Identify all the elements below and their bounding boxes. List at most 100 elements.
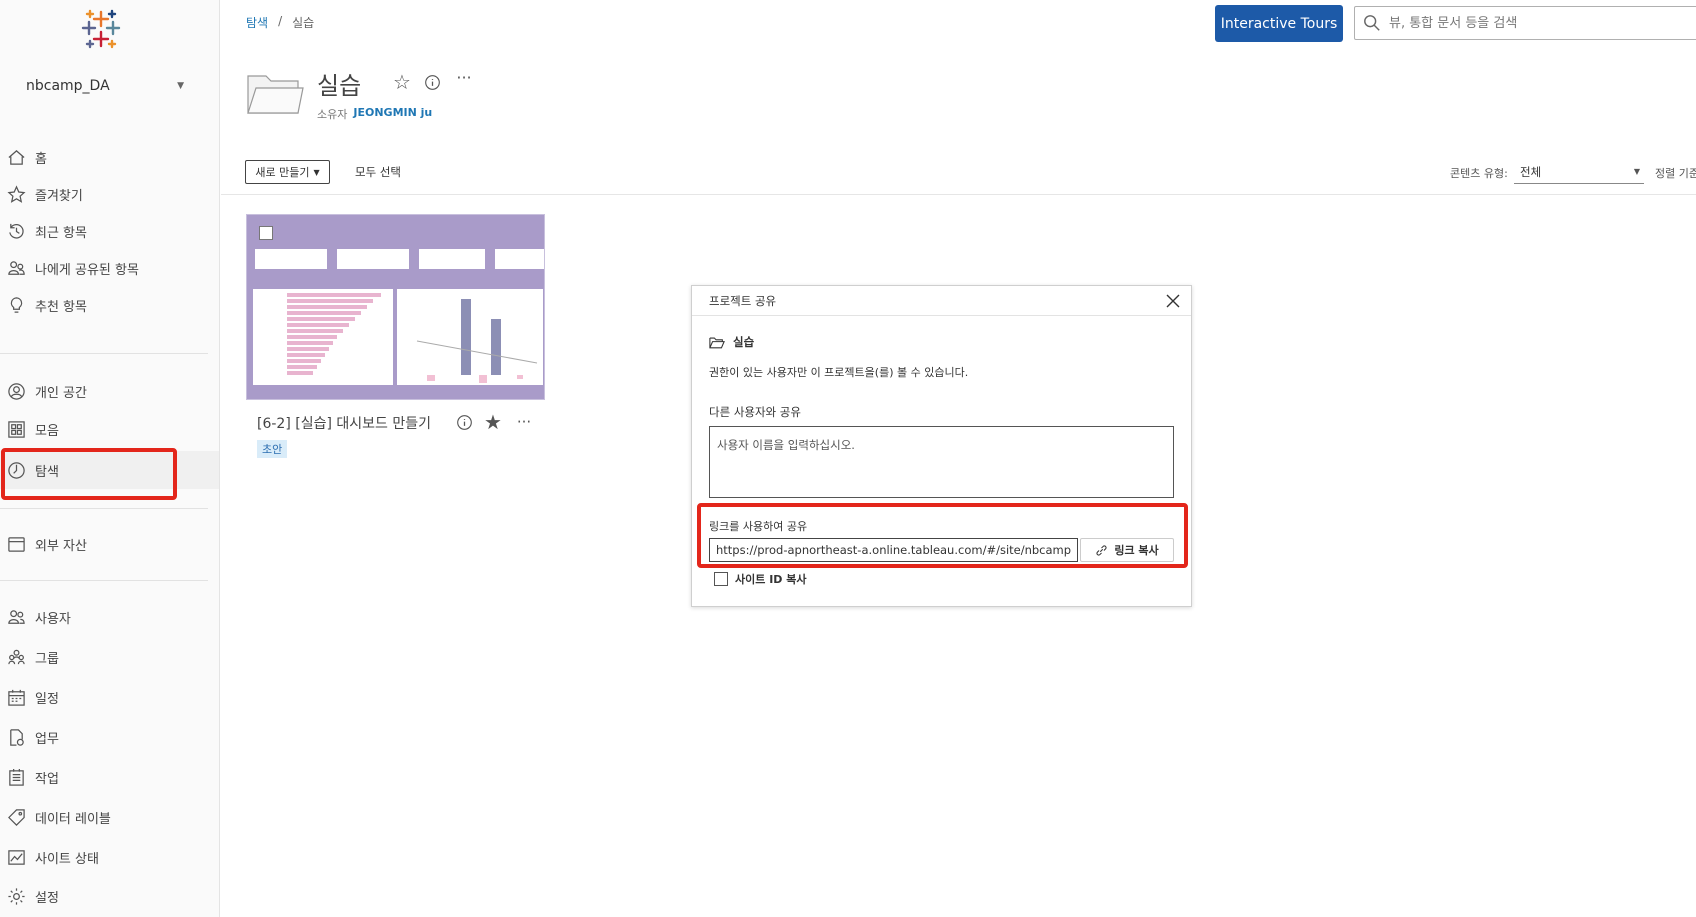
username-input[interactable] — [709, 426, 1174, 498]
toolbar-divider — [221, 194, 1696, 195]
copy-link-button[interactable]: 링크 복사 — [1080, 538, 1174, 562]
jobs-icon — [6, 767, 26, 787]
sidebar-item-shared-with-me[interactable]: 나에게 공유된 항목 — [0, 249, 219, 287]
info-icon[interactable] — [421, 71, 443, 93]
card-select-checkbox[interactable] — [259, 226, 273, 240]
workbook-thumbnail[interactable] — [246, 214, 545, 400]
chevron-down-icon: ▼ — [177, 81, 184, 91]
sidebar-item-personal-space[interactable]: 개인 공간 — [0, 372, 219, 410]
breadcrumb-link-explore[interactable]: 탐색 — [246, 14, 268, 31]
sidebar-item-schedules[interactable]: 일정 — [0, 678, 219, 716]
info-icon[interactable] — [454, 412, 474, 432]
sidebar: nbcamp_DA ▼ 홈 즐겨찾기 최근 항목 나에게 공유된 항목 추천 항… — [0, 0, 220, 917]
sidebar-item-favorites[interactable]: 즐겨찾기 — [0, 175, 219, 213]
sidebar-divider — [0, 508, 208, 509]
dialog-project: 실습 — [709, 334, 754, 350]
dialog-title: 프로젝트 공유 — [709, 293, 777, 308]
sidebar-item-label: 작업 — [35, 771, 59, 787]
home-icon — [6, 147, 26, 167]
folder-open-icon — [709, 337, 725, 348]
calendar-icon — [6, 687, 26, 707]
sidebar-item-label: 일정 — [35, 691, 59, 707]
share-with-label: 다른 사용자와 공유 — [709, 405, 801, 419]
owner-label: 소유자 — [317, 108, 348, 121]
workbook-title[interactable]: [6-2] [실습] 대시보드 만들기 — [257, 413, 431, 433]
tag-icon — [6, 807, 26, 827]
sidebar-item-site-status[interactable]: 사이트 상태 — [0, 838, 219, 876]
sidebar-item-home[interactable]: 홈 — [0, 138, 219, 176]
sidebar-item-label: 사이트 상태 — [35, 851, 99, 867]
external-assets-icon — [6, 534, 26, 554]
sidebar-item-collections[interactable]: 모음 — [0, 410, 219, 448]
site-id-icon — [714, 572, 728, 586]
dialog-project-name: 실습 — [733, 335, 755, 349]
history-icon — [6, 221, 26, 241]
new-button-label: 새로 만들기 — [255, 166, 310, 179]
owner-name-link[interactable]: JEONGMIN ju — [353, 106, 432, 122]
person-icon — [6, 381, 26, 401]
users-icon — [6, 607, 26, 627]
sidebar-item-groups[interactable]: 그룹 — [0, 638, 219, 676]
dashboard-preview-image — [247, 215, 544, 399]
sidebar-item-label: 그룹 — [35, 651, 59, 667]
sidebar-item-label: 개인 공간 — [35, 385, 87, 401]
copy-site-id-label: 사이트 ID 복사 — [735, 573, 807, 586]
content-type-value: 전체 — [1520, 164, 1542, 179]
content-type-label: 콘텐츠 유형: — [1450, 167, 1508, 180]
sidebar-item-recents[interactable]: 최근 항목 — [0, 212, 219, 250]
sidebar-item-label: 즐겨찾기 — [35, 188, 83, 204]
collection-icon — [6, 419, 26, 439]
content-type-select[interactable]: 전체 ▼ — [1514, 160, 1644, 184]
select-all-button[interactable]: 모두 선택 — [355, 164, 401, 180]
sidebar-item-label: 외부 자산 — [35, 538, 87, 554]
share-project-dialog: 프로젝트 공유 실습 권한이 있는 사용자만 이 프로젝트을(를) 볼 수 있습… — [691, 285, 1192, 607]
breadcrumb: 탐색 / 실습 — [246, 14, 314, 31]
search-box[interactable] — [1354, 6, 1696, 40]
site-name: nbcamp_DA — [26, 78, 110, 94]
site-status-icon — [6, 847, 26, 867]
star-icon — [6, 184, 26, 204]
sidebar-item-label: 설정 — [35, 890, 59, 906]
sidebar-item-jobs[interactable]: 작업 — [0, 758, 219, 796]
sidebar-item-explore[interactable]: 탐색 — [0, 451, 219, 489]
star-filled-icon[interactable]: ★ — [483, 410, 503, 434]
sidebar-divider — [0, 580, 208, 581]
sidebar-item-label: 탐색 — [35, 464, 59, 480]
sidebar-item-label: 나에게 공유된 항목 — [35, 262, 139, 278]
tasks-icon — [6, 727, 26, 747]
sidebar-item-label: 최근 항목 — [35, 225, 87, 241]
copy-site-id-button[interactable]: 사이트 ID 복사 — [714, 571, 806, 587]
shared-users-icon — [6, 258, 26, 278]
share-link-label: 링크를 사용하여 공유 — [709, 520, 808, 533]
search-icon — [1364, 15, 1380, 31]
sidebar-divider — [0, 353, 208, 354]
compass-icon — [6, 460, 26, 480]
more-actions-icon[interactable]: ··· — [514, 412, 534, 432]
search-input[interactable] — [1389, 15, 1689, 31]
folder-icon — [247, 75, 304, 114]
dialog-permission-note: 권한이 있는 사용자만 이 프로젝트을(를) 볼 수 있습니다. — [709, 366, 969, 379]
sidebar-item-label: 업무 — [35, 731, 59, 747]
sidebar-item-external-assets[interactable]: 외부 자산 — [0, 525, 219, 563]
link-icon — [1096, 544, 1107, 556]
lightbulb-icon — [6, 295, 26, 315]
close-icon[interactable] — [1163, 291, 1183, 311]
sort-by-label[interactable]: 정렬 기준 — [1655, 165, 1696, 181]
sidebar-item-label: 데이터 레이블 — [35, 811, 111, 827]
sidebar-item-users[interactable]: 사용자 — [0, 598, 219, 636]
sidebar-item-label: 사용자 — [35, 611, 71, 627]
sidebar-item-settings[interactable]: 설정 — [0, 877, 219, 915]
sidebar-item-data-labels[interactable]: 데이터 레이블 — [0, 798, 219, 836]
new-button[interactable]: 새로 만들기 ▼ — [245, 160, 330, 184]
page-title: 실습 — [317, 72, 362, 100]
sidebar-item-tasks[interactable]: 업무 — [0, 718, 219, 756]
site-switcher[interactable]: nbcamp_DA ▼ — [26, 74, 186, 98]
sidebar-item-label: 추천 항목 — [35, 299, 87, 315]
more-actions-icon[interactable]: ··· — [453, 66, 475, 88]
share-link-field[interactable] — [709, 538, 1078, 562]
favorite-star-icon[interactable]: ☆ — [391, 70, 413, 94]
tableau-logo-icon[interactable] — [80, 8, 122, 50]
interactive-tours-button[interactable]: Interactive Tours — [1215, 5, 1343, 42]
sidebar-item-recommendations[interactable]: 추천 항목 — [0, 286, 219, 324]
copy-link-label: 링크 복사 — [1114, 544, 1159, 557]
